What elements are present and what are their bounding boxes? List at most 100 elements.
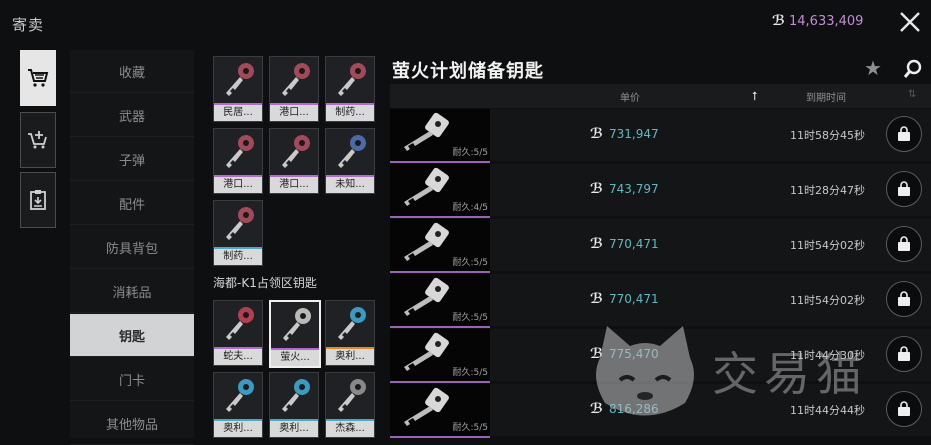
key-thumbnail: 耐久:5/5: [390, 219, 490, 273]
durability-text: 耐久:5/5: [452, 368, 488, 378]
buy-button[interactable]: [886, 116, 922, 152]
key-icon: [214, 201, 262, 247]
key-thumbnail: 耐久:5/5: [390, 384, 490, 438]
category-item[interactable]: 门卡: [70, 358, 194, 401]
buy-button[interactable]: [886, 391, 922, 427]
key-item-label: 奥利...: [326, 349, 374, 365]
cart-icon: [28, 69, 49, 87]
key-thumbnail: 耐久:5/5: [390, 329, 490, 383]
key-item[interactable]: 民居...: [213, 56, 263, 122]
currency-display: ℬ 14,633,409: [772, 13, 863, 29]
expire-column-header[interactable]: 到期时间: [806, 89, 846, 104]
listing-row[interactable]: 耐久:5/5 ℬ 770,471 11时54分02秒: [390, 219, 931, 273]
section-title: 海都-K1占领区钥匙: [213, 276, 317, 290]
key-item[interactable]: 港口...: [269, 56, 319, 122]
key-icon: [214, 373, 262, 419]
expire-time: 11时44分44秒: [790, 404, 865, 417]
coin-icon: ℬ: [772, 13, 785, 29]
search-button[interactable]: [902, 58, 924, 80]
watermark-logo: [596, 326, 694, 416]
currency-value: 14,633,409: [789, 13, 864, 29]
durability-text: 耐久:5/5: [452, 148, 488, 158]
records-tab[interactable]: [20, 172, 56, 228]
key-item[interactable]: 蛇夫...: [213, 300, 263, 366]
key-icon: [326, 373, 374, 419]
key-item-label: 港口...: [270, 177, 318, 193]
key-item[interactable]: 奥利...: [213, 372, 263, 438]
listing-title: 萤火计划储备钥匙: [392, 61, 544, 82]
favorite-star-icon[interactable]: ★: [864, 56, 882, 80]
shopping-bag-icon: [898, 236, 910, 251]
expire-time: 11时28分47秒: [790, 184, 865, 197]
category-item[interactable]: 收藏: [70, 50, 194, 93]
shopping-bag-icon: [898, 291, 910, 306]
price: ℬ 770,471: [590, 236, 659, 252]
category-item[interactable]: 配件: [70, 182, 194, 225]
buy-button[interactable]: [886, 336, 922, 372]
cart-add-icon: [28, 131, 47, 149]
key-item-label: 奥利...: [214, 421, 262, 437]
close-button[interactable]: [896, 8, 924, 36]
key-icon: [270, 57, 318, 103]
category-item[interactable]: 武器: [70, 94, 194, 137]
key-item[interactable]: 奥利...: [325, 300, 375, 366]
expire-time: 11时54分02秒: [790, 239, 865, 252]
key-icon: [326, 301, 374, 347]
key-item[interactable]: 未知...: [325, 128, 375, 194]
key-icon: [214, 301, 262, 347]
search-icon: [903, 59, 922, 78]
key-item-label: 萤火...: [271, 350, 319, 366]
listing-row[interactable]: 耐久:4/5 ℬ 743,797 11时28分47秒: [390, 164, 931, 218]
price: ℬ 770,471: [590, 291, 659, 307]
coin-icon: ℬ: [590, 291, 603, 307]
key-item-label: 杰森...: [326, 421, 374, 437]
key-item-label: 港口...: [270, 105, 318, 121]
key-item-label: 未知...: [326, 177, 374, 193]
key-thumbnail: 耐久:4/5: [390, 164, 490, 218]
key-item-label: 奥利...: [270, 421, 318, 437]
key-item[interactable]: 萤火...: [269, 300, 321, 368]
buy-button[interactable]: [886, 281, 922, 317]
page-title: 寄卖: [12, 16, 45, 34]
key-item[interactable]: 奥利...: [269, 372, 319, 438]
listing-row[interactable]: 耐久:5/5 ℬ 731,947 11时58分45秒: [390, 109, 931, 163]
sell-tab[interactable]: [20, 112, 56, 168]
key-item[interactable]: 制药...: [213, 200, 263, 266]
price-value: 770,471: [609, 292, 659, 306]
shopping-bag-icon: [898, 346, 910, 361]
listing-header: 单价 ⭡ 到期时间 ⇅: [390, 84, 931, 108]
key-item[interactable]: 港口...: [213, 128, 263, 194]
price-column-header[interactable]: 单价: [620, 89, 640, 104]
key-icon: [326, 57, 374, 103]
shopping-bag-icon: [898, 181, 910, 196]
category-item[interactable]: 防具背包: [70, 226, 194, 269]
key-item[interactable]: 杰森...: [325, 372, 375, 438]
buy-button[interactable]: [886, 171, 922, 207]
buy-tab[interactable]: [20, 50, 56, 106]
category-item[interactable]: 消耗品: [70, 270, 194, 313]
clipboard-icon: [30, 190, 46, 210]
sort-icon[interactable]: ⭡: [752, 89, 758, 104]
category-item-keys[interactable]: 钥匙: [70, 314, 194, 357]
price: ℬ 743,797: [590, 181, 659, 197]
key-item-label: 港口...: [214, 177, 262, 193]
category-item[interactable]: 其他物品: [70, 402, 194, 445]
key-icon: [214, 129, 262, 175]
key-thumbnail: 耐久:5/5: [390, 274, 490, 328]
durability-text: 耐久:5/5: [452, 258, 488, 268]
buy-button[interactable]: [886, 226, 922, 262]
key-thumbnail: 耐久:5/5: [390, 109, 490, 163]
price: ℬ 731,947: [590, 126, 659, 142]
coin-icon: ℬ: [590, 126, 603, 142]
close-icon: [900, 12, 920, 32]
expire-time: 11时54分02秒: [790, 294, 865, 307]
key-item[interactable]: 港口...: [269, 128, 319, 194]
key-icon: [271, 302, 319, 348]
category-item[interactable]: 子弹: [70, 138, 194, 181]
shopping-bag-icon: [898, 401, 910, 416]
key-item-label: 制药...: [326, 105, 374, 121]
price-value: 770,471: [609, 237, 659, 251]
durability-text: 耐久:5/5: [452, 423, 488, 433]
key-item[interactable]: 制药...: [325, 56, 375, 122]
sort-icon[interactable]: ⇅: [908, 89, 916, 100]
